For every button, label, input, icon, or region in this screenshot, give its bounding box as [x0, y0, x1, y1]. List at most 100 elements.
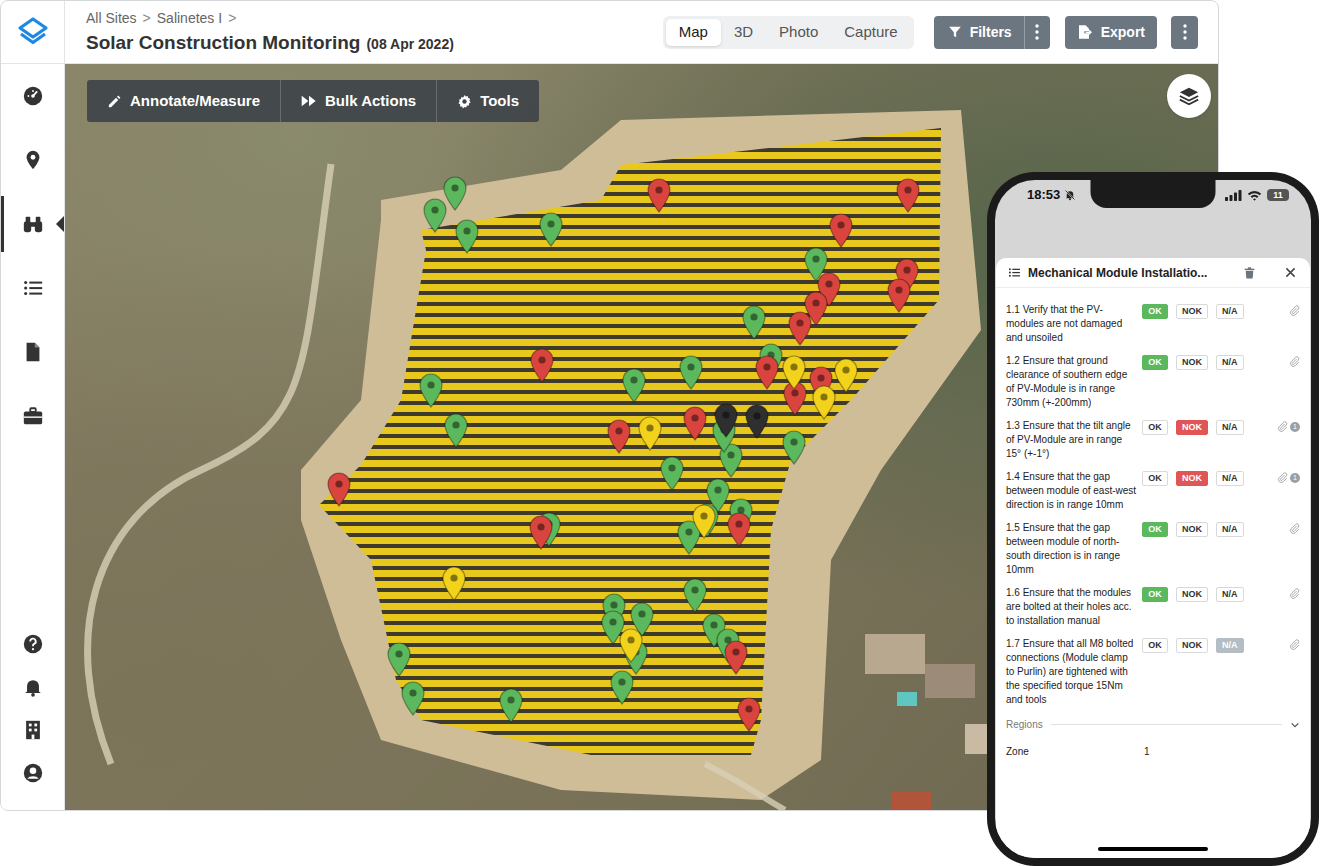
map-pin-icon[interactable]	[781, 429, 807, 465]
option-button[interactable]: NOK	[1176, 522, 1208, 537]
map-pin-icon[interactable]	[713, 402, 739, 438]
trash-icon[interactable]	[1243, 266, 1256, 280]
attachment-group[interactable]: 1	[1277, 472, 1300, 483]
map-pin-icon[interactable]	[659, 455, 685, 491]
option-button[interactable]: OK	[1142, 304, 1168, 319]
attachment-group[interactable]	[1289, 639, 1300, 650]
bell-icon	[22, 676, 44, 698]
filters-more-button[interactable]	[1024, 16, 1050, 49]
filters-button[interactable]: Filters	[934, 16, 1024, 49]
option-button[interactable]: NOK	[1176, 355, 1208, 370]
sidebar-item[interactable]	[1, 128, 64, 192]
map-pin-icon[interactable]	[386, 641, 412, 677]
sidebar-item[interactable]	[1, 320, 64, 384]
map-toolbar-button[interactable]: Bulk Actions	[280, 80, 436, 122]
option-button[interactable]: OK	[1142, 587, 1168, 602]
sidebar-item[interactable]	[1, 751, 64, 794]
option-button[interactable]: N/A	[1216, 304, 1244, 319]
option-button[interactable]: N/A	[1216, 471, 1244, 486]
option-button[interactable]: NOK	[1176, 471, 1208, 486]
sidebar-item[interactable]	[1, 708, 64, 751]
close-icon[interactable]	[1285, 267, 1296, 278]
checklist-label: 1.6 Ensure that the modules are bolted a…	[1006, 586, 1138, 628]
attachment-group[interactable]	[1289, 356, 1300, 367]
map-pin-icon[interactable]	[682, 405, 708, 441]
map-pin-icon[interactable]	[326, 471, 352, 507]
map-pin-icon[interactable]	[678, 354, 704, 390]
map-pin-icon[interactable]	[691, 503, 717, 539]
breadcrumb-item[interactable]: Salinetes I	[157, 9, 222, 27]
option-button[interactable]: N/A	[1216, 638, 1244, 653]
view-tab[interactable]: Map	[666, 19, 721, 46]
map-pin-icon[interactable]	[418, 372, 444, 408]
attachment-group[interactable]	[1289, 588, 1300, 599]
map-pin-icon[interactable]	[618, 627, 644, 663]
map-pin-icon[interactable]	[682, 577, 708, 613]
logo-cell[interactable]	[1, 1, 65, 63]
menu-button[interactable]	[1171, 16, 1198, 49]
map-pin-icon[interactable]	[621, 367, 647, 403]
map-pin-icon[interactable]	[726, 511, 752, 547]
wifi-icon	[1247, 190, 1262, 201]
map-pin-icon[interactable]	[528, 514, 554, 550]
sidebar-item[interactable]	[1, 665, 64, 708]
option-button[interactable]: NOK	[1176, 587, 1208, 602]
map-pin-icon[interactable]	[833, 357, 859, 393]
map-pin-icon[interactable]	[723, 639, 749, 675]
export-button[interactable]: Export	[1065, 16, 1157, 49]
attachment-group[interactable]	[1289, 523, 1300, 534]
map-pin-icon[interactable]	[781, 354, 807, 390]
attachment-group[interactable]	[1289, 305, 1300, 316]
map-pin-icon[interactable]	[538, 211, 564, 247]
map-pin-icon[interactable]	[443, 412, 469, 448]
breadcrumb-item[interactable]: All Sites	[86, 9, 137, 27]
map-pin-icon[interactable]	[609, 669, 635, 705]
map-pin-icon[interactable]	[442, 175, 468, 211]
map-pin-icon[interactable]	[895, 177, 921, 213]
option-button[interactable]: NOK	[1176, 638, 1208, 653]
option-button[interactable]: N/A	[1216, 522, 1244, 537]
map-pin-icon[interactable]	[454, 218, 480, 254]
view-tab[interactable]: Capture	[831, 19, 910, 46]
attachment-group[interactable]: 1	[1277, 421, 1300, 432]
map-pin-icon[interactable]	[787, 310, 813, 346]
map-pin-icon[interactable]	[886, 277, 912, 313]
option-button[interactable]: N/A	[1216, 420, 1244, 435]
sidebar-item[interactable]	[1, 64, 64, 128]
option-button[interactable]: OK	[1142, 355, 1168, 370]
option-button[interactable]: N/A	[1216, 355, 1244, 370]
map-pin-icon[interactable]	[754, 354, 780, 390]
map-pin-icon[interactable]	[441, 565, 467, 601]
map-pin-icon[interactable]	[400, 680, 426, 716]
view-tab[interactable]: 3D	[721, 19, 766, 46]
map-toolbar-button[interactable]: Tools	[436, 80, 539, 122]
map-pin-icon[interactable]	[646, 177, 672, 213]
option-button[interactable]: NOK	[1176, 304, 1208, 319]
map-pin-icon[interactable]	[736, 696, 762, 732]
sidebar-item[interactable]	[1, 622, 64, 665]
map-pin-icon[interactable]	[811, 384, 837, 420]
option-button[interactable]: OK	[1142, 471, 1168, 486]
option-button[interactable]: N/A	[1216, 587, 1244, 602]
map-pin-icon[interactable]	[637, 415, 663, 451]
map-pin-icon[interactable]	[606, 418, 632, 454]
sidebar-item[interactable]	[1, 384, 64, 448]
map-pin-icon[interactable]	[741, 304, 767, 340]
option-button[interactable]: NOK	[1176, 420, 1208, 435]
map-pin-icon[interactable]	[744, 403, 770, 439]
sidebar-item[interactable]	[1, 256, 64, 320]
layers-button[interactable]	[1167, 74, 1211, 118]
option-button[interactable]: OK	[1142, 522, 1168, 537]
view-tab[interactable]: Photo	[766, 19, 831, 46]
map-pin-icon[interactable]	[422, 197, 448, 233]
map-pin-icon[interactable]	[828, 212, 854, 248]
sidebar-item[interactable]	[1, 192, 64, 256]
notch	[1091, 180, 1216, 208]
home-indicator[interactable]	[1098, 847, 1208, 851]
map-pin-icon[interactable]	[529, 347, 555, 383]
regions-divider[interactable]: Regions	[996, 717, 1310, 732]
option-button[interactable]: OK	[1142, 638, 1168, 653]
option-button[interactable]: OK	[1142, 420, 1168, 435]
map-pin-icon[interactable]	[498, 687, 524, 723]
map-toolbar-button[interactable]: Annotate/Measure	[87, 80, 280, 122]
